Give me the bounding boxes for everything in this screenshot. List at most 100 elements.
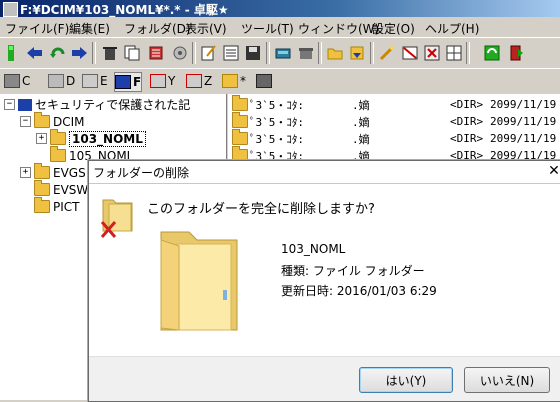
title-bar: F:¥DCIM¥103_NOML¥*.* - 卓駆★ xyxy=(0,0,560,17)
folder-name: 103_NOML xyxy=(281,242,346,256)
drive-c-icon xyxy=(4,74,20,88)
tree-item-label: DCIM xyxy=(53,114,85,129)
drive-z[interactable]: Z xyxy=(186,72,212,90)
menu-tools[interactable]: ツール(T) xyxy=(241,20,294,37)
image-icon[interactable] xyxy=(400,43,419,62)
tree-item-label: EVSW xyxy=(53,182,89,197)
settings-icon[interactable] xyxy=(170,43,189,62)
pencil-icon[interactable] xyxy=(377,43,396,62)
archive-icon[interactable] xyxy=(296,43,315,62)
grid-icon[interactable] xyxy=(444,43,463,62)
collapse-icon[interactable]: − xyxy=(20,116,31,127)
new-icon[interactable] xyxy=(3,43,22,62)
disk-icon[interactable] xyxy=(273,43,292,62)
window-title: F:¥DCIM¥103_NOML¥*.* - 卓駆★ xyxy=(20,3,229,17)
list-icon[interactable] xyxy=(221,43,240,62)
file-date: 2099/11/19 xyxy=(490,115,557,128)
delete-icon[interactable] xyxy=(100,43,119,62)
dialog-title-bar: フォルダーの削除 ✕ xyxy=(89,161,560,184)
folder-type: 種類: ファイル フォルダー xyxy=(281,264,425,278)
back-icon[interactable] xyxy=(25,43,44,62)
folder-icon xyxy=(34,180,50,196)
file-name: ﾟ3`5・ｺﾀ: xyxy=(250,132,304,146)
drive-all-label: * xyxy=(240,74,246,88)
expand-icon[interactable]: + xyxy=(20,167,31,178)
drive-all-icon xyxy=(222,74,238,88)
tree-item-evsw[interactable]: EVSW xyxy=(34,180,89,198)
file-size: <DIR> xyxy=(450,132,484,145)
file-ext: .嫡 xyxy=(352,98,370,112)
sync-icon[interactable] xyxy=(482,43,501,62)
close-icon[interactable]: ✕ xyxy=(547,161,560,181)
drive-d-label: D xyxy=(66,74,76,88)
drive-all[interactable]: * xyxy=(222,72,246,90)
folder-icon xyxy=(232,112,248,128)
folder-icon xyxy=(232,95,248,111)
drive-e-icon xyxy=(82,74,98,88)
network-icon xyxy=(256,74,272,88)
menu-help[interactable]: ヘルプ(H) xyxy=(425,20,479,37)
file-row[interactable]: ﾟ3`5・ｺﾀ: .嫡 <DIR> 2099/11/19 xyxy=(228,112,560,130)
toolbar-separator xyxy=(318,42,322,64)
menu-view[interactable]: 表示(V) xyxy=(185,20,227,37)
drive-z-label: Z xyxy=(204,74,213,88)
exit-icon[interactable] xyxy=(506,43,525,62)
folder-preview-icon xyxy=(160,231,238,331)
download-icon[interactable] xyxy=(347,43,366,62)
tree-item-label: PICT xyxy=(53,199,80,214)
menu-file[interactable]: ファイル(F) xyxy=(5,20,69,37)
collapse-icon[interactable]: + xyxy=(36,133,47,144)
tree-item-103-noml[interactable]: + 103_NOML xyxy=(36,129,146,147)
drive-d[interactable]: D xyxy=(48,72,75,90)
app-icon xyxy=(3,2,18,17)
menu-folder[interactable]: フォルダ(D) xyxy=(124,20,191,37)
tree-root[interactable]: − セキュリティで保護された記 xyxy=(4,96,190,113)
menu-window[interactable]: ウィンドウ(W) xyxy=(298,20,379,37)
floppy-icon[interactable] xyxy=(243,43,262,62)
tree-item-pict[interactable]: PICT xyxy=(34,197,80,215)
drive-e[interactable]: E xyxy=(82,72,108,90)
yes-button[interactable]: はい(Y) xyxy=(359,367,453,393)
toolbar-separator xyxy=(192,42,196,64)
drive-network[interactable] xyxy=(256,72,274,90)
tree-item-dcim[interactable]: − DCIM xyxy=(20,112,85,130)
drive-f[interactable]: F xyxy=(114,72,143,92)
copy-icon[interactable] xyxy=(122,43,141,62)
star-icon[interactable] xyxy=(422,43,441,62)
file-ext: .嫡 xyxy=(352,132,370,146)
trash-icon[interactable] xyxy=(146,43,165,62)
folder-icon xyxy=(34,197,50,213)
edit-icon[interactable] xyxy=(199,43,218,62)
drive-f-label: F xyxy=(133,75,142,89)
drive-e-label: E xyxy=(100,74,108,88)
tree-item-label: EVGS xyxy=(53,165,86,180)
file-size: <DIR> xyxy=(450,98,484,111)
menu-settings[interactable]: 設定(O) xyxy=(372,20,415,37)
folder-icon xyxy=(232,129,248,145)
file-row[interactable]: ﾟ3`5・ｺﾀ: .嫡 <DIR> 2099/11/19 xyxy=(228,129,560,147)
tree-item-evgs[interactable]: + EVGS xyxy=(20,163,86,181)
toolbar-separator xyxy=(266,42,270,64)
drive-c[interactable]: C xyxy=(4,72,30,90)
menu-edit[interactable]: 編集(E) xyxy=(69,20,110,37)
file-ext: .嫡 xyxy=(352,115,370,129)
no-button[interactable]: いいえ(N) xyxy=(464,367,550,393)
drive-y-label: Y xyxy=(168,74,176,88)
drive-y-icon xyxy=(150,74,166,88)
dialog-footer: はい(Y) いいえ(N) xyxy=(89,356,560,401)
file-size: <DIR> xyxy=(450,115,484,128)
file-row[interactable]: ﾟ3`5・ｺﾀ: .嫡 <DIR> 2099/11/19 xyxy=(228,95,560,113)
file-date: 2099/11/19 xyxy=(490,132,557,145)
drive-z-icon xyxy=(186,74,202,88)
toolbar-separator xyxy=(92,42,96,64)
drive-bar: C D E F Y Z * xyxy=(0,68,560,93)
toolbar-separator xyxy=(466,42,470,64)
refresh-icon[interactable] xyxy=(48,43,67,62)
forward-icon[interactable] xyxy=(70,43,89,62)
drive-y[interactable]: Y xyxy=(150,72,175,90)
folder-icon xyxy=(34,112,50,128)
folder-open-icon[interactable] xyxy=(325,43,344,62)
collapse-icon[interactable]: − xyxy=(4,99,15,110)
folder-icon xyxy=(50,129,66,145)
file-date: 2099/11/19 xyxy=(490,98,557,111)
